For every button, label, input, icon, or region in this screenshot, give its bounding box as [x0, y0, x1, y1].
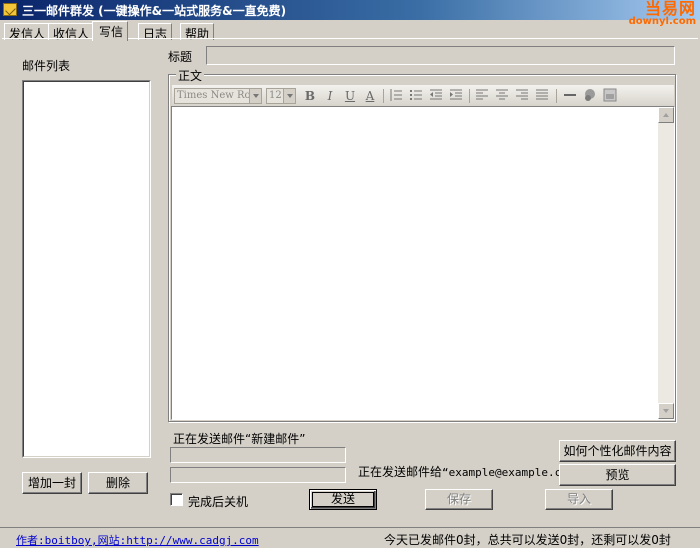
bold-icon[interactable]: B: [302, 88, 318, 104]
italic-icon[interactable]: I: [322, 88, 338, 104]
sending-mail-label: 正在发送邮件“新建邮件”: [173, 432, 306, 446]
toolbar-separator: [383, 89, 384, 103]
font-name-select[interactable]: Times New Rom: [174, 88, 262, 104]
shutdown-label: 完成后关机: [188, 495, 249, 509]
align-center-icon[interactable]: [494, 88, 510, 104]
font-size-value: 12: [269, 90, 282, 101]
watermark-line2: downyl.com: [628, 16, 696, 27]
font-name-value: Times New Rom: [177, 90, 261, 101]
mail-list-label: 邮件列表: [22, 59, 71, 73]
unordered-list-icon[interactable]: [408, 88, 424, 104]
progress-bar-mail: [170, 447, 346, 463]
editor-toolbar: Times New Rom 12 B I U A: [172, 85, 674, 107]
watermark-line1: 当易网: [644, 0, 696, 18]
mail-list[interactable]: [22, 80, 151, 458]
font-size-select[interactable]: 12: [266, 88, 296, 104]
underline-icon[interactable]: U: [342, 88, 358, 104]
sending-to-label: 正在发送邮件给“example@example.com”: [358, 463, 581, 480]
author-website-link[interactable]: 作者:boitboy,网站:http://www.cadgj.com: [16, 532, 259, 548]
send-button[interactable]: 发送: [309, 489, 377, 510]
chevron-down-icon: [283, 89, 295, 103]
body-group-label: 正文: [176, 67, 205, 84]
personalize-help-button[interactable]: 如何个性化邮件内容: [559, 440, 676, 462]
horizontal-rule-icon[interactable]: [562, 88, 578, 104]
subject-label: 标题: [168, 50, 193, 64]
ordered-list-icon[interactable]: [388, 88, 404, 104]
tab-compose[interactable]: 写信: [92, 21, 129, 41]
outdent-icon[interactable]: [428, 88, 444, 104]
align-right-icon[interactable]: [514, 88, 530, 104]
preview-button[interactable]: 预览: [559, 464, 676, 486]
title-bar: 三一邮件群发 (一键操作&一站式服务&一直免费) 当易网 downyl.com: [0, 0, 700, 27]
import-button[interactable]: 导入: [545, 489, 613, 510]
delete-mail-button[interactable]: 删除: [88, 472, 148, 494]
author-prefix: 作者: [16, 534, 38, 547]
progress-bar-recipients: [170, 467, 346, 483]
toolbar-separator: [469, 89, 470, 103]
scroll-up-icon[interactable]: [658, 107, 674, 123]
sending-to-prefix: 正在发送邮件给: [358, 465, 443, 479]
status-bar: 作者:boitboy,网站:http://www.cadgj.com 今天已发邮…: [0, 527, 700, 548]
shutdown-checkbox[interactable]: [170, 493, 183, 506]
save-button[interactable]: 保存: [425, 489, 493, 510]
chevron-down-icon: [249, 89, 261, 103]
body-scrollbar[interactable]: [658, 107, 674, 419]
font-color-icon[interactable]: A: [362, 88, 378, 104]
send-quota-summary: 今天已发邮件0封，总共可以发送0封，还剩可以发0封: [384, 533, 671, 547]
align-left-icon[interactable]: [474, 88, 490, 104]
insert-link-icon[interactable]: [582, 88, 598, 104]
indent-icon[interactable]: [448, 88, 464, 104]
add-mail-button[interactable]: 增加一封: [22, 472, 82, 494]
insert-image-icon[interactable]: [602, 88, 618, 104]
justify-icon[interactable]: [534, 88, 550, 104]
body-editor[interactable]: [171, 106, 675, 420]
subject-input[interactable]: [206, 46, 675, 65]
author-text: :boitboy,网站:http://www.cadgj.com: [38, 534, 259, 547]
watermark-logo: 当易网 downyl.com: [629, 1, 696, 27]
toolbar-separator: [556, 89, 557, 103]
envelope-icon: [3, 3, 17, 16]
window-title: 三一邮件群发 (一键操作&一站式服务&一直免费): [22, 4, 287, 18]
scroll-down-icon[interactable]: [658, 403, 674, 419]
